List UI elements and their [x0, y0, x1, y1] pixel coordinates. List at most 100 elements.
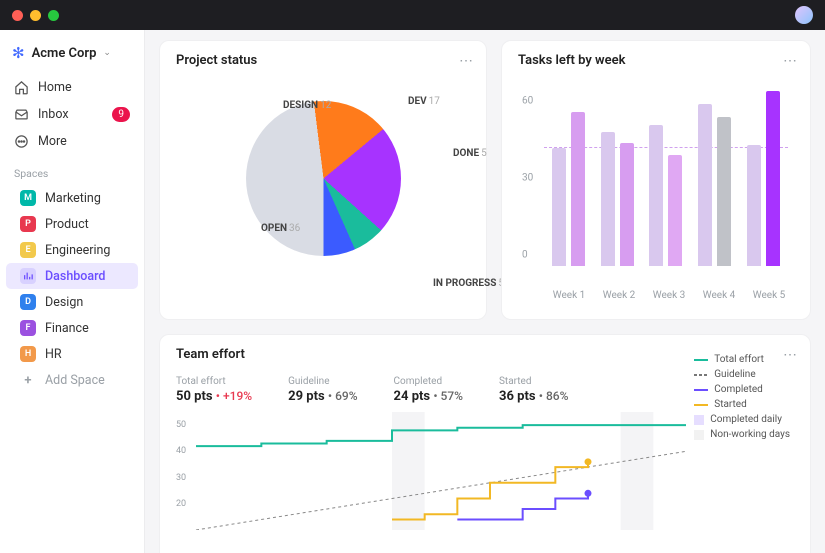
sidebar: ✻ Acme Corp ⌄ Home Inbox 9 More Spaces M… [0, 30, 145, 553]
pie-slice-label: OPEN36 [261, 223, 300, 234]
y-axis-tick: 60 [522, 95, 533, 106]
legend-item: Started [694, 397, 790, 412]
legend-swatch [694, 389, 708, 391]
sidebar-space-item[interactable]: HHR [6, 341, 138, 367]
y-tick: 20 [176, 499, 186, 509]
sidebar-space-item[interactable]: Dashboard [6, 263, 138, 289]
metric-value: 29 pts • 69% [288, 389, 357, 404]
space-icon [20, 268, 36, 284]
legend-item: Non-working days [694, 427, 790, 442]
nav-inbox[interactable]: Inbox 9 [0, 101, 144, 128]
sidebar-space-item[interactable]: E Engineering [6, 237, 138, 263]
workspace-name: Acme Corp [32, 46, 97, 61]
space-label: HR [45, 347, 62, 362]
metric: Total effort50 pts • +19% [176, 376, 252, 404]
bar-pair [601, 132, 634, 266]
bar-x-label: Week 4 [703, 290, 736, 301]
card-title: Tasks left by week [518, 53, 794, 68]
nav-label: More [38, 134, 67, 149]
legend-item: Guideline [694, 367, 790, 382]
space-icon: E [20, 242, 36, 258]
spaces-list: M Marketing PProduct E Engineering Dashboard D… [0, 185, 144, 367]
metric-value: 36 pts • 86% [499, 389, 568, 404]
spaces-section-label: Spaces [0, 155, 144, 185]
close-window-button[interactable] [12, 10, 23, 21]
sidebar-space-item[interactable]: F Finance [6, 315, 138, 341]
y-axis-tick: 0 [522, 250, 528, 261]
inbox-badge: 9 [112, 107, 130, 122]
space-label: Engineering [45, 243, 110, 258]
space-icon: F [20, 320, 36, 336]
pie-chart-wrap: OPEN36DESIGN12DEV17DONE5IN PROGRESS5 [176, 68, 470, 288]
chevron-down-icon: ⌄ [103, 48, 111, 58]
nav-more[interactable]: More [0, 128, 144, 155]
bar-target [601, 132, 615, 266]
team-line-chart: Total effortGuidelineCompletedStartedCom… [176, 412, 794, 532]
card-menu-icon[interactable]: ⋯ [459, 53, 474, 69]
pie-slice-label: DONE5 [453, 148, 487, 159]
card-project-status: Project status ⋯ OPEN36DESIGN12DEV17DONE… [159, 40, 487, 320]
legend-swatch [694, 404, 708, 406]
space-label: Marketing [45, 191, 101, 206]
nav-home[interactable]: Home [0, 74, 144, 101]
card-title: Project status [176, 53, 470, 68]
bar-x-label: Week 3 [653, 290, 686, 301]
metric-label: Started [499, 376, 568, 387]
title-bar [0, 0, 825, 30]
card-menu-icon[interactable]: ⋯ [783, 53, 798, 69]
metric-value: 24 pts • 57% [394, 389, 463, 404]
add-space-button[interactable]: + Add Space [6, 367, 138, 393]
workspace-icon: ✻ [12, 44, 25, 62]
space-icon: M [20, 190, 36, 206]
maximize-window-button[interactable] [48, 10, 59, 21]
sidebar-space-item[interactable]: DDesign [6, 289, 138, 315]
window-controls [12, 10, 59, 21]
legend-label: Started [714, 399, 747, 410]
metric-value: 50 pts • +19% [176, 389, 252, 404]
legend-label: Total effort [714, 354, 764, 365]
main-content: Project status ⋯ OPEN36DESIGN12DEV17DONE… [145, 30, 825, 553]
card-team-effort: Team effort ⋯ Total effort50 pts • +19%G… [159, 334, 811, 553]
y-tick: 40 [176, 446, 186, 456]
bar-x-label: Week 2 [603, 290, 636, 301]
metric-label: Completed [394, 376, 463, 387]
legend-swatch [694, 430, 704, 440]
bar-actual [620, 143, 634, 266]
space-icon: P [20, 216, 36, 232]
bar-pair [649, 125, 682, 266]
inbox-icon [14, 107, 29, 122]
bar-pair [747, 91, 780, 266]
bar-target [552, 148, 566, 266]
bar-x-label: Week 5 [753, 290, 786, 301]
add-space-label: Add Space [45, 373, 105, 388]
sidebar-space-item[interactable]: PProduct [6, 211, 138, 237]
legend-label: Non-working days [710, 429, 790, 440]
team-legend: Total effortGuidelineCompletedStartedCom… [694, 352, 790, 442]
space-label: Design [45, 295, 83, 310]
space-label: Finance [45, 321, 89, 336]
legend-item: Total effort [694, 352, 790, 367]
workspace-switcher[interactable]: ✻ Acme Corp ⌄ [0, 40, 144, 74]
bar-target [698, 104, 712, 266]
metric-label: Guideline [288, 376, 357, 387]
pie-slice-label: DESIGN12 [283, 100, 331, 111]
metric: Completed 24 pts • 57% [394, 376, 463, 404]
bar-chart: 0 30 60 [518, 86, 794, 286]
bar-x-label: Week 1 [553, 290, 586, 301]
bar-target [649, 125, 663, 266]
user-avatar[interactable] [795, 6, 813, 24]
nav-label: Home [38, 80, 72, 95]
sidebar-space-item[interactable]: M Marketing [6, 185, 138, 211]
minimize-window-button[interactable] [30, 10, 41, 21]
y-axis-tick: 30 [522, 172, 533, 183]
bar-pair [698, 104, 731, 266]
home-icon [14, 80, 29, 95]
legend-swatch [694, 359, 708, 361]
legend-item: Completed [694, 382, 790, 397]
space-label: Dashboard [45, 269, 105, 284]
metric: Started 36 pts • 86% [499, 376, 568, 404]
metric: Guideline 29 pts • 69% [288, 376, 357, 404]
more-icon [14, 134, 29, 149]
bar-actual [717, 117, 731, 266]
bar-chart-x-labels: Week 1 Week 2 Week 3 Week 4 Week 5 [544, 290, 794, 301]
